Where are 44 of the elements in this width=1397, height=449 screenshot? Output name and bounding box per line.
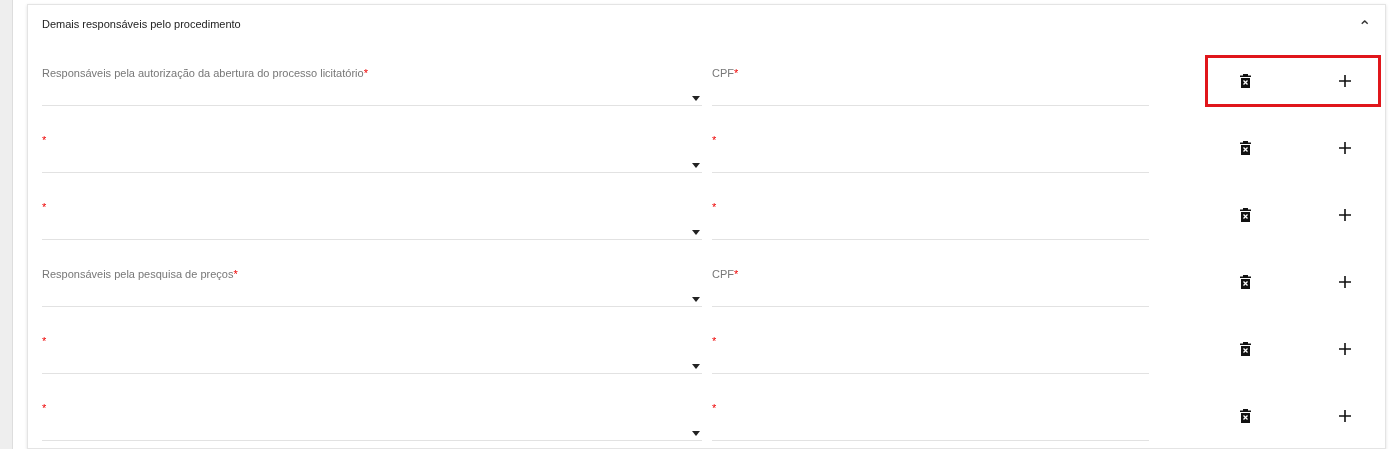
delete-button[interactable] — [1238, 72, 1253, 90]
field-label: * — [712, 201, 718, 213]
cpf-input-field[interactable]: * — [712, 402, 1149, 441]
field-label: * — [42, 402, 48, 414]
field-label: * — [712, 134, 718, 146]
select-field[interactable]: Responsáveis pela autorização da abertura do processo licitatório* — [42, 67, 702, 106]
delete-button[interactable] — [1238, 139, 1253, 157]
delete-button[interactable] — [1238, 407, 1253, 425]
select-field[interactable]: * — [42, 402, 702, 441]
add-button[interactable] — [1337, 207, 1353, 223]
field-label: Responsáveis pela autorização da abertura do processo licitatório* — [42, 67, 369, 79]
delete-button[interactable] — [1238, 206, 1253, 224]
dropdown-caret-icon — [692, 96, 700, 101]
add-button[interactable] — [1337, 274, 1353, 290]
field-label: * — [42, 201, 48, 213]
select-field[interactable]: * — [42, 134, 702, 173]
field-label: * — [42, 335, 48, 347]
dropdown-caret-icon — [692, 230, 700, 235]
field-label: CPF* — [712, 268, 740, 280]
field-label: CPF* — [712, 67, 740, 79]
delete-button[interactable] — [1238, 340, 1253, 358]
field-label: Responsáveis pela pesquisa de preços* — [42, 268, 239, 280]
add-button[interactable] — [1337, 341, 1353, 357]
cpf-input-field[interactable]: CPF* — [712, 67, 1149, 106]
select-field[interactable]: * — [42, 201, 702, 240]
dropdown-caret-icon — [692, 431, 700, 436]
field-label: * — [712, 402, 718, 414]
field-label: * — [712, 335, 718, 347]
panel-title: Demais responsáveis pelo procedimento — [42, 18, 241, 30]
select-field[interactable]: * — [42, 335, 702, 374]
collapse-button[interactable]: ⌃ — [1358, 13, 1371, 35]
dropdown-caret-icon — [692, 297, 700, 302]
cpf-input-field[interactable]: CPF* — [712, 268, 1149, 307]
add-button[interactable] — [1337, 408, 1353, 424]
delete-button[interactable] — [1238, 273, 1253, 291]
cpf-input-field[interactable]: * — [712, 134, 1149, 173]
cpf-input-field[interactable]: * — [712, 335, 1149, 374]
add-button[interactable] — [1337, 140, 1353, 156]
field-label: * — [42, 134, 48, 146]
add-button[interactable] — [1337, 73, 1353, 89]
select-field[interactable]: Responsáveis pela pesquisa de preços* — [42, 268, 702, 307]
cpf-input-field[interactable]: * — [712, 201, 1149, 240]
dropdown-caret-icon — [692, 364, 700, 369]
dropdown-caret-icon — [692, 163, 700, 168]
